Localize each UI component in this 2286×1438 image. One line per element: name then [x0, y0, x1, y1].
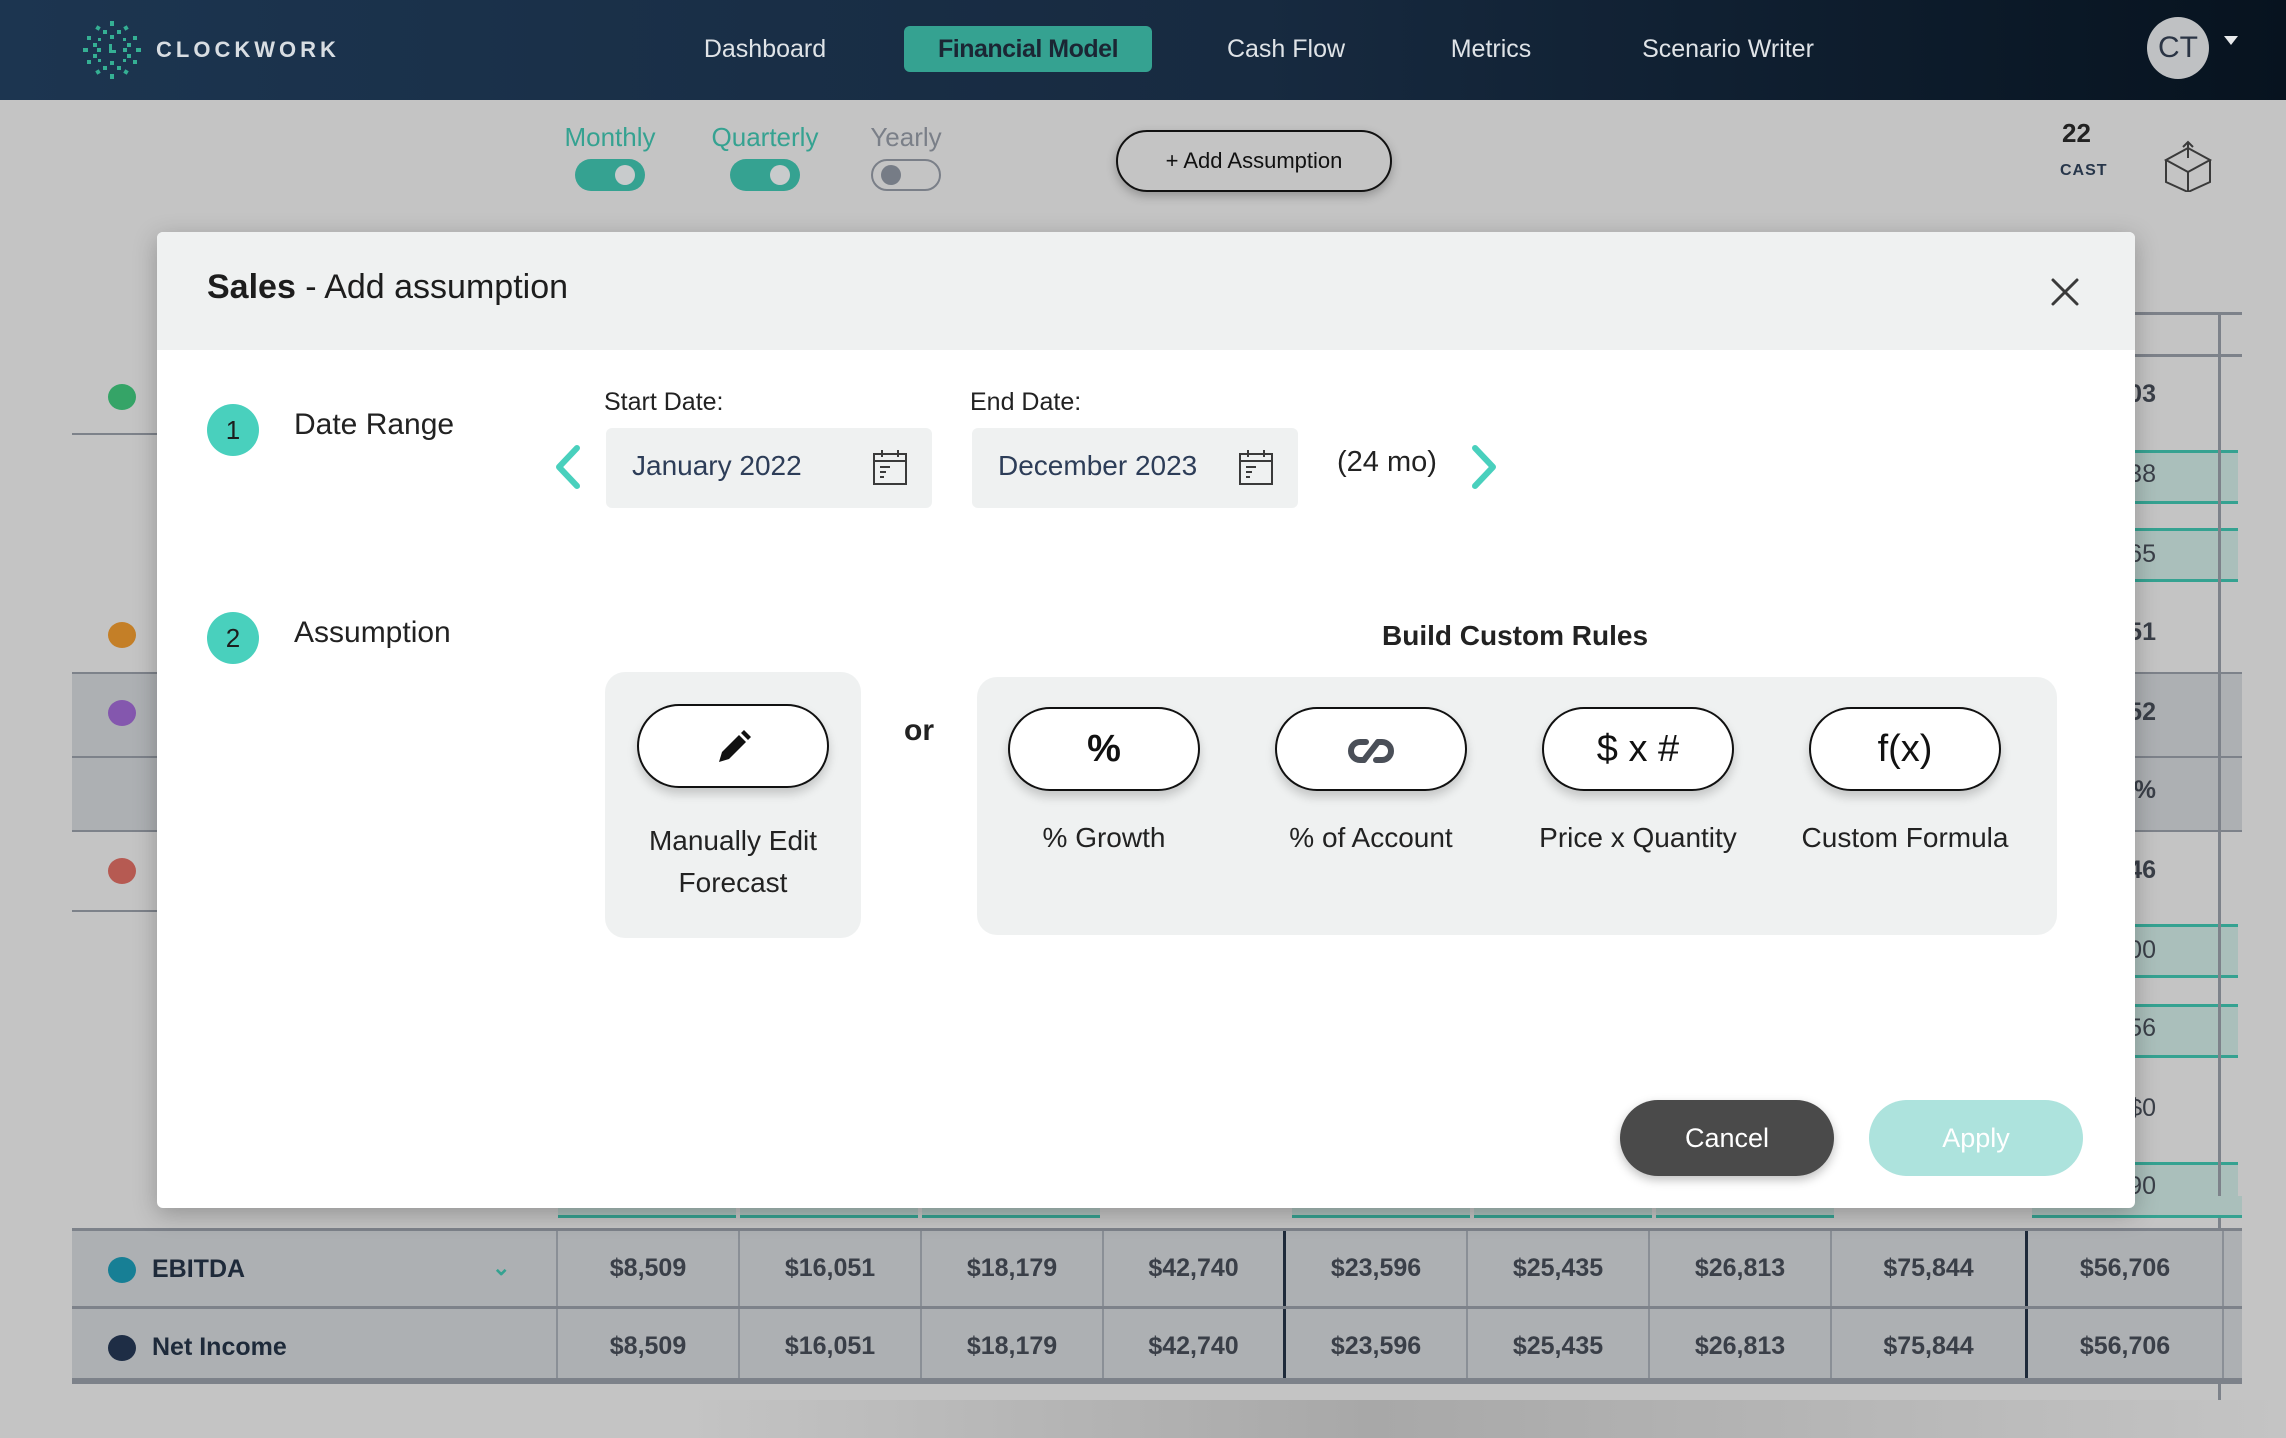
nav-financial-model[interactable]: Financial Model	[904, 26, 1152, 72]
manual-edit-panel: Manually Edit Forecast	[605, 672, 861, 938]
toggle-yearly[interactable]: Yearly	[860, 122, 952, 191]
function-icon: f(x)	[1877, 728, 1933, 770]
row-dot-orange	[108, 622, 136, 648]
start-date-field[interactable]: January 2022	[606, 428, 932, 508]
nav-cash-flow[interactable]: Cash Flow	[1200, 26, 1372, 72]
table-cell: $18,179	[922, 1309, 1104, 1378]
toggle-yearly-switch[interactable]	[871, 159, 941, 191]
chevron-right-icon[interactable]	[1467, 442, 1503, 492]
custom-formula-button[interactable]: f(x)	[1809, 707, 2001, 791]
calendar-icon[interactable]	[1238, 448, 1274, 486]
start-date-label: Start Date:	[604, 388, 724, 416]
percent-growth-button[interactable]: %	[1008, 707, 1200, 791]
logo[interactable]: CLOCKWORK	[80, 18, 340, 82]
percent-growth-label: % Growth	[1042, 822, 1166, 853]
year-header: 22	[2062, 118, 2091, 148]
start-date-value: January 2022	[632, 450, 802, 481]
modal-title-account: Sales	[207, 268, 296, 306]
nav-scenario-writer[interactable]: Scenario Writer	[1614, 26, 1842, 72]
table-cell: $75,844	[1832, 1231, 2028, 1306]
end-date-field[interactable]: December 2023	[972, 428, 1298, 508]
toggle-quarterly[interactable]: Quarterly	[700, 122, 830, 191]
table-row-ebitda[interactable]: EBITDA ⌄ $8,509 $16,051 $18,179 $42,740 …	[72, 1228, 2242, 1306]
toggle-monthly-label: Monthly	[564, 122, 656, 152]
add-assumption-button[interactable]: + Add Assumption	[1116, 130, 1392, 192]
totals-section: EBITDA ⌄ $8,509 $16,051 $18,179 $42,740 …	[72, 1228, 2242, 1384]
step-2-badge: 2	[207, 612, 259, 664]
nav-metrics[interactable]: Metrics	[1430, 26, 1552, 72]
toggle-quarterly-label: Quarterly	[711, 122, 819, 152]
toggle-yearly-label: Yearly	[870, 122, 942, 152]
table-cell: $8,509	[558, 1231, 740, 1306]
toggle-quarterly-switch[interactable]	[730, 159, 800, 191]
table-cell: $56,706	[2028, 1231, 2224, 1306]
table-cell: $42,740	[1104, 1309, 1286, 1378]
table-cell: $26,813	[1650, 1309, 1832, 1378]
end-date-label: End Date:	[970, 388, 1082, 416]
table-cell: $23,596	[1286, 1309, 1468, 1378]
user-avatar[interactable]: CT	[2147, 17, 2209, 79]
table-cell: $23,596	[1286, 1231, 1468, 1306]
percent-of-account-button[interactable]	[1275, 707, 1467, 791]
table-cell: $75,844	[1832, 1309, 2028, 1378]
row-name: Net Income	[152, 1333, 287, 1361]
step-1-badge: 1	[207, 404, 259, 456]
forecast-subheader: CAST	[2060, 162, 2108, 179]
link-icon	[1348, 738, 1394, 763]
row-dot-red	[108, 858, 136, 884]
end-date-value: December 2023	[998, 450, 1198, 481]
custom-rules-panel: % % Growth % of Account $ x # Price x Qu…	[977, 677, 2057, 935]
chevron-left-icon[interactable]	[549, 442, 585, 492]
row-dot-navy	[108, 1335, 136, 1361]
modal-header: Sales - Add assumption	[157, 232, 2135, 350]
table-cell: $42,740	[1104, 1231, 1286, 1306]
top-nav: CLOCKWORK Dashboard Financial Model Cash…	[0, 0, 2286, 100]
table-cell: $8,509	[558, 1309, 740, 1378]
manual-edit-label: Manually Edit Forecast	[648, 825, 818, 898]
price-quantity-button[interactable]: $ x #	[1542, 707, 1734, 791]
chevron-down-icon[interactable]: ⌄	[492, 1255, 510, 1281]
table-cell: $26,813	[1650, 1231, 1832, 1306]
add-assumption-modal: Sales - Add assumption 1 Date Range Star…	[157, 232, 2135, 1208]
custom-formula-label: Custom Formula	[1801, 822, 2009, 853]
table-cell: $25,435	[1468, 1231, 1650, 1306]
percent-of-account-label: % of Account	[1289, 822, 1453, 853]
manual-edit-button[interactable]	[637, 704, 829, 788]
nav-dashboard[interactable]: Dashboard	[672, 26, 858, 72]
cancel-button[interactable]: Cancel	[1620, 1100, 1834, 1176]
modal-title: Sales - Add assumption	[207, 268, 568, 307]
percent-icon: %	[1087, 728, 1121, 770]
pencil-icon	[719, 729, 751, 762]
modal-title-action: - Add assumption	[295, 268, 569, 306]
table-cell: $16,051	[740, 1309, 922, 1378]
row-dot-green	[108, 384, 136, 410]
row-name: EBITDA	[152, 1255, 246, 1283]
toggle-monthly-switch[interactable]	[575, 159, 645, 191]
brand-name: CLOCKWORK	[156, 37, 340, 62]
price-quantity-label: Price x Quantity	[1539, 822, 1737, 853]
user-menu-caret-icon[interactable]	[2224, 36, 2238, 45]
table-cell: $16,051	[740, 1231, 922, 1306]
table-cell: $18,179	[922, 1231, 1104, 1306]
price-quantity-icon: $ x #	[1596, 728, 1680, 770]
calendar-icon[interactable]	[872, 448, 908, 486]
or-separator: or	[904, 714, 934, 747]
toggle-monthly[interactable]: Monthly	[556, 122, 664, 191]
apply-button[interactable]: Apply	[1869, 1100, 2083, 1176]
close-icon[interactable]	[2045, 272, 2085, 312]
cube-export-icon[interactable]	[2160, 136, 2216, 192]
row-dot-purple	[108, 700, 136, 726]
step-1-label: Date Range	[294, 408, 455, 441]
row-dot-teal	[108, 1257, 136, 1283]
clockwork-logo-icon	[83, 21, 141, 79]
duration-months: (24 mo)	[1337, 446, 1437, 478]
table-cell: $25,435	[1468, 1309, 1650, 1378]
table-row-net-income[interactable]: Net Income $8,509 $16,051 $18,179 $42,74…	[72, 1306, 2242, 1384]
build-custom-rules-title: Build Custom Rules	[1382, 620, 1649, 651]
table-cell: $56,706	[2028, 1309, 2224, 1378]
step-2-label: Assumption	[294, 616, 451, 649]
